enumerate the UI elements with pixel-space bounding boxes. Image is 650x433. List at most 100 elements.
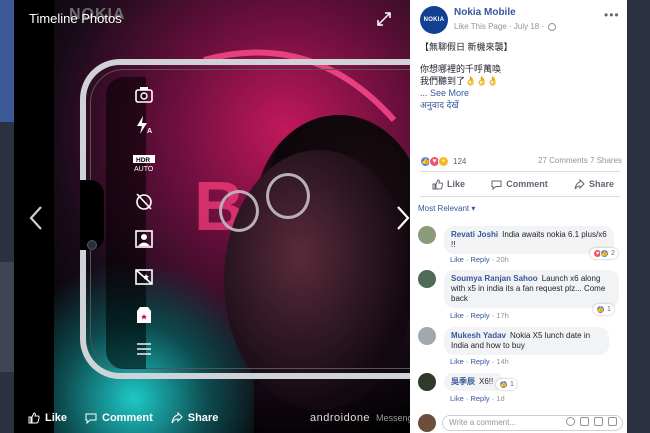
commenter-avatar[interactable] [418, 373, 436, 391]
post-meta: Like This Page · July 18 · [454, 22, 557, 31]
comment-like-link[interactable]: Like [450, 255, 464, 264]
comment-meta: Like · Reply · 14h [450, 357, 509, 366]
menu-icon [128, 336, 160, 362]
comment-item: Mukesh Yadav Nokia X5 lunch date in India… [418, 327, 623, 367]
write-comment-box: Write a comment... [418, 412, 623, 432]
post-meta-text: Like This Page · July 18 · [454, 22, 545, 31]
post-text-line: 我們聽到了👌👌👌 [420, 76, 499, 86]
comment-author[interactable]: 吳季辰 [451, 377, 475, 386]
reaction-summary[interactable]: 👍 ♥ • 124 [420, 155, 466, 167]
viewer-like-button[interactable]: Like [28, 412, 67, 424]
comment-reaction-count: 2 [611, 250, 615, 257]
photo-viewer[interactable]: NOKIA B A HDR AUTO Timeline Photos Like … [14, 0, 410, 433]
page-avatar[interactable]: NOKIA [420, 6, 448, 34]
comment-reactions[interactable]: 👍 1 [496, 379, 517, 390]
commenter-avatar[interactable] [418, 270, 436, 288]
gif-icon[interactable] [594, 417, 603, 426]
globe-icon [548, 22, 557, 31]
comment-text: India awaits nokia 6.1 plus/x6 [502, 230, 607, 239]
comment-reply-link[interactable]: Reply [470, 394, 489, 403]
commenter-avatar[interactable] [418, 327, 436, 345]
comment-meta: Like · Reply · 20h [450, 255, 509, 264]
page-name[interactable]: Nokia Mobile [454, 7, 516, 18]
comment-reply-link[interactable]: Reply [470, 255, 489, 264]
sticker-icon[interactable] [608, 417, 617, 426]
comment-text: back [451, 294, 468, 303]
viewer-comment-button[interactable]: Comment [85, 412, 153, 424]
timer-off-icon [128, 188, 160, 214]
svg-text:AUTO: AUTO [134, 166, 154, 173]
comment-reply-link[interactable]: Reply [470, 311, 489, 320]
emoji-icon[interactable] [566, 417, 575, 426]
comment-input-icons [566, 417, 617, 426]
more-options-icon[interactable]: ••• [604, 8, 620, 22]
comment-reaction-count: 1 [607, 306, 611, 313]
like-button[interactable]: Like [432, 176, 465, 192]
camera-icon[interactable] [580, 417, 589, 426]
post-action-bar: Like Comment Share [420, 176, 620, 192]
background-left-strip [0, 262, 14, 372]
comment-button[interactable]: Comment [491, 176, 548, 192]
comment-text: India and how to buy [451, 341, 525, 350]
expand-icon[interactable] [377, 12, 393, 28]
comment-item: Revati Joshi India awaits nokia 6.1 plus/… [418, 226, 623, 266]
comment-reply-link[interactable]: Reply [470, 357, 489, 366]
share-icon [171, 412, 183, 424]
comment-share-counts[interactable]: 27 Comments 7 Shares [538, 156, 622, 165]
previous-photo-arrow-icon[interactable] [28, 205, 48, 235]
comment-time[interactable]: 14h [496, 357, 509, 366]
comment-icon [491, 180, 502, 190]
commenter-avatar[interactable] [418, 226, 436, 244]
comment-author[interactable]: Revati Joshi [451, 230, 498, 239]
viewer-title: Timeline Photos [29, 11, 122, 26]
effects-off-icon [128, 264, 160, 290]
comment-item: 吳季辰 X6!! 👍 1 Like · Reply · 1d [418, 373, 623, 405]
comment-text: Nokia X5 lunch date in [510, 331, 591, 340]
comment-reactions[interactable]: ♥ 👍 2 [590, 248, 618, 259]
next-photo-arrow-icon[interactable] [395, 205, 410, 235]
share-button[interactable]: Share [574, 176, 614, 192]
comment-author[interactable]: Soumya Ranjan Sahoo [451, 274, 538, 283]
comment-time[interactable]: 1d [496, 394, 504, 403]
comment-bubble: 吳季辰 X6!! [444, 373, 504, 391]
watermark: androidone [310, 412, 371, 424]
thumbs-up-icon [28, 412, 40, 424]
comment-time[interactable]: 20h [496, 255, 509, 264]
flash-auto-icon: A [128, 112, 160, 138]
comment-text: !! [451, 240, 456, 249]
comment-bubble: Soumya Ranjan Sahoo Launch x6 along with … [444, 270, 619, 308]
comment-time[interactable]: 17h [496, 311, 509, 320]
comment-like-link[interactable]: Like [450, 357, 464, 366]
reaction-count: 124 [453, 156, 467, 166]
comment-reaction-count: 1 [510, 381, 514, 388]
viewer-share-label: Share [187, 412, 219, 424]
front-camera [87, 240, 97, 250]
svg-text:A: A [147, 128, 152, 135]
viewer-like-label: Like [45, 412, 68, 424]
messenger-label[interactable]: Messenger [376, 413, 410, 423]
comment-meta: Like · Reply · 1d [450, 394, 505, 403]
hdr-auto-icon: HDR AUTO [128, 150, 160, 176]
comment-text: X6!! [479, 377, 494, 386]
thumbs-up-icon [432, 178, 443, 189]
comment-author[interactable]: Mukesh Yadav [451, 331, 506, 340]
see-more-link[interactable]: ... See More [420, 87, 620, 99]
comment-item: Soumya Ranjan Sahoo Launch x6 along with … [418, 270, 623, 322]
translate-link[interactable]: अनुवाद देखें [420, 99, 620, 111]
user-avatar [418, 414, 436, 432]
post-text-line: 【無聊假日 新機來襲】 [420, 42, 513, 52]
comment-bubble: Mukesh Yadav Nokia X5 lunch date in India… [444, 327, 609, 355]
like-label: Like [447, 179, 466, 189]
background-right [627, 0, 650, 433]
wow-reaction-icon: • [438, 155, 449, 167]
viewer-share-button[interactable]: Share [171, 412, 219, 424]
comment-sort-dropdown[interactable]: Most Relevant ▾ [418, 204, 475, 213]
viewer-action-bar: Like Comment Share [28, 407, 236, 429]
comment-label: Comment [506, 179, 548, 189]
comment-bubble: Revati Joshi India awaits nokia 6.1 plus/… [444, 226, 614, 254]
comment-like-link[interactable]: Like [450, 394, 464, 403]
comment-reactions[interactable]: 👍 1 [593, 304, 614, 315]
comment-text: with x5 in india its a fan request plz..… [451, 284, 606, 293]
comment-like-link[interactable]: Like [450, 311, 464, 320]
viewer-comment-label: Comment [102, 412, 153, 424]
